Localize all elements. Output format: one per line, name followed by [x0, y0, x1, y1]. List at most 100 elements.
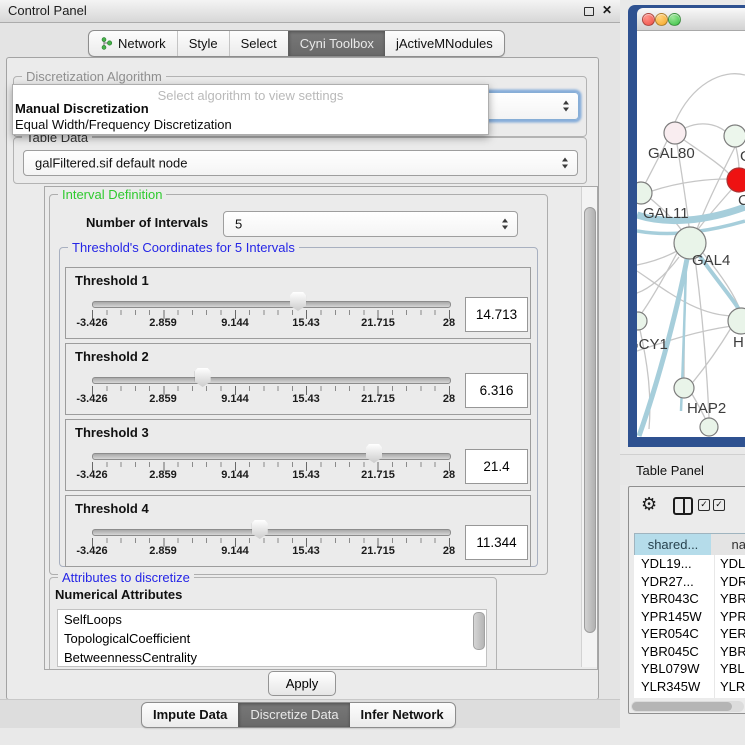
threshold-2-value-field[interactable]: 6.316	[465, 373, 528, 408]
table-row[interactable]: YDR27...YDR2	[634, 573, 745, 591]
control-panel-window: Control Panel ✕ Network Style Select Cyn…	[0, 0, 620, 728]
node-red-selected[interactable]	[727, 168, 745, 192]
node-hap2[interactable]	[674, 378, 694, 398]
threshold-3-value-field[interactable]: 21.4	[465, 449, 528, 484]
threshold-3-slider-thumb[interactable]	[366, 444, 382, 463]
control-panel-title: Control Panel	[8, 3, 87, 18]
num-intervals-spinner[interactable]: 5	[223, 211, 518, 237]
node-gcy1[interactable]	[637, 312, 647, 330]
num-intervals-label: Number of Intervals	[86, 215, 208, 230]
bottom-tab-bar: Impute Data Discretize Data Infer Networ…	[141, 702, 456, 728]
column-header-name[interactable]: na	[711, 533, 745, 556]
table-row[interactable]: YLR345WYLR3	[634, 678, 745, 696]
dropdown-option-equal-width[interactable]: Equal Width/Frequency Discretization	[15, 117, 232, 132]
tab-impute-data[interactable]: Impute Data	[142, 703, 238, 727]
table-panel-window: ⚙ ✓ ✓ shared... na YDL19...YDL1 YDR27...…	[628, 486, 745, 714]
threshold-1-slider-thumb[interactable]	[290, 292, 306, 311]
network-icon	[100, 37, 113, 50]
list-item[interactable]: TopologicalCoefficient	[58, 629, 486, 648]
table-panel-titlebar: Table Panel	[620, 454, 745, 485]
threshold-1-label: Threshold 1	[75, 273, 149, 288]
tab-jactivemnodules[interactable]: jActiveMNodules	[385, 31, 504, 56]
tab-discretize-data[interactable]: Discretize Data	[238, 703, 349, 727]
spinner-arrows-icon	[502, 219, 508, 230]
node-label: GCY1	[637, 336, 668, 353]
top-tab-bar: Network Style Select Cyni Toolbox jActiv…	[88, 30, 505, 57]
threshold-4-slider-track[interactable]	[92, 529, 451, 536]
threshold-3-slider-track[interactable]	[92, 453, 451, 460]
combo-arrows-icon	[562, 158, 568, 169]
network-canvas[interactable]: GAL80 GA C GAL11 GAL4 GCY1 H HAP2	[637, 31, 745, 437]
slider-major-ticks	[92, 386, 450, 395]
table-row[interactable]: YIL052CYIL0	[634, 695, 745, 698]
tab-cyni-toolbox[interactable]: Cyni Toolbox	[288, 31, 385, 56]
close-traffic-light[interactable]	[642, 13, 655, 26]
threshold-4-value-field[interactable]: 11.344	[465, 525, 528, 560]
dropdown-option-manual[interactable]: Manual Discretization	[15, 101, 149, 116]
table-panel-title: Table Panel	[636, 463, 704, 478]
list-item[interactable]: BetweennessCentrality	[58, 648, 486, 667]
network-view-window: GAL80 GA C GAL11 GAL4 GCY1 H HAP2	[628, 5, 745, 447]
float-window-icon[interactable]	[584, 7, 594, 16]
network-graph: GAL80 GA C GAL11 GAL4 GCY1 H HAP2	[637, 31, 745, 437]
close-icon[interactable]: ✕	[602, 3, 612, 17]
table-data-combo-value: galFiltered.sif default node	[35, 156, 187, 171]
tab-style[interactable]: Style	[177, 31, 229, 56]
threshold-2-label: Threshold 2	[75, 349, 149, 364]
checkbox-icon[interactable]: ✓	[713, 499, 725, 511]
threshold-2-slider-thumb[interactable]	[195, 368, 211, 387]
settings-scrollpane: Interval Definition Number of Intervals …	[44, 186, 598, 670]
threshold-4-slider-thumb[interactable]	[252, 520, 268, 539]
list-scrollbar-thumb[interactable]	[473, 612, 485, 650]
node-gal80[interactable]	[664, 122, 686, 144]
table-row[interactable]: YDL19...YDL1	[634, 555, 745, 573]
interval-definition-label: Interval Definition	[58, 187, 166, 202]
threshold-4-label: Threshold 4	[75, 501, 149, 516]
settings-scrollbar-thumb[interactable]	[584, 207, 596, 633]
table-row[interactable]: YBL079WYBL0	[634, 660, 745, 678]
network-window-titlebar	[637, 8, 745, 31]
node-label: HAP2	[687, 400, 726, 417]
threshold-1-slider-track[interactable]	[92, 301, 451, 308]
list-item[interactable]: SelfLoops	[58, 610, 486, 629]
threshold-3-label: Threshold 3	[75, 425, 149, 440]
num-intervals-value: 5	[235, 217, 242, 232]
minimize-traffic-light[interactable]	[655, 13, 668, 26]
numerical-attributes-list: SelfLoops TopologicalCoefficient Between…	[57, 609, 487, 667]
gear-icon[interactable]: ⚙	[641, 495, 657, 513]
table-row[interactable]: YBR043CYBR0	[634, 590, 745, 608]
node-label: GAL80	[648, 145, 695, 162]
table-row[interactable]: YBR045CYBR0	[634, 643, 745, 661]
column-header-shared-name[interactable]: shared...	[634, 533, 712, 556]
tab-network[interactable]: Network	[89, 31, 177, 56]
algorithm-dropdown-popup: Select algorithm to view settings Manual…	[12, 84, 489, 135]
threshold-2-slider-track[interactable]	[92, 377, 451, 384]
node-label: C	[738, 192, 745, 209]
table-horizontal-scrollbar	[631, 701, 744, 712]
discretization-algorithm-label: Discretization Algorithm	[22, 69, 166, 84]
threshold-2-panel: Threshold 2 -3.426 2.859 9.144 15.43 21.…	[65, 343, 531, 415]
thresholds-group-label: Threshold's Coordinates for 5 Intervals	[68, 240, 299, 255]
node-label: H	[733, 334, 744, 351]
settings-scrollbar	[581, 187, 597, 667]
table-row[interactable]: YER054CYER0	[634, 625, 745, 643]
node-h-partial[interactable]	[728, 308, 745, 334]
node-label: GA	[740, 148, 745, 165]
apply-button[interactable]: Apply	[268, 671, 336, 696]
slider-major-ticks	[92, 538, 450, 547]
numerical-attributes-label: Numerical Attributes	[55, 587, 182, 602]
split-columns-icon[interactable]	[673, 497, 693, 515]
table-data-combo[interactable]: galFiltered.sif default node	[23, 150, 578, 176]
threshold-1-panel: Threshold 1 -3.426 2.859 9.144 15.43 21.…	[65, 267, 531, 339]
node-bottom[interactable]	[700, 418, 718, 436]
zoom-traffic-light[interactable]	[668, 13, 681, 26]
table-row[interactable]: YPR145WYPR1	[634, 608, 745, 626]
node-ga-partial[interactable]	[724, 125, 745, 147]
node-label: GAL11	[643, 205, 689, 222]
node-gal11[interactable]	[637, 182, 652, 204]
table-scrollbar-thumb[interactable]	[632, 702, 732, 711]
tab-infer-network[interactable]: Infer Network	[350, 703, 455, 727]
threshold-1-value-field[interactable]: 14.713	[465, 297, 528, 332]
checkbox-icon[interactable]: ✓	[698, 499, 710, 511]
tab-select[interactable]: Select	[229, 31, 288, 56]
